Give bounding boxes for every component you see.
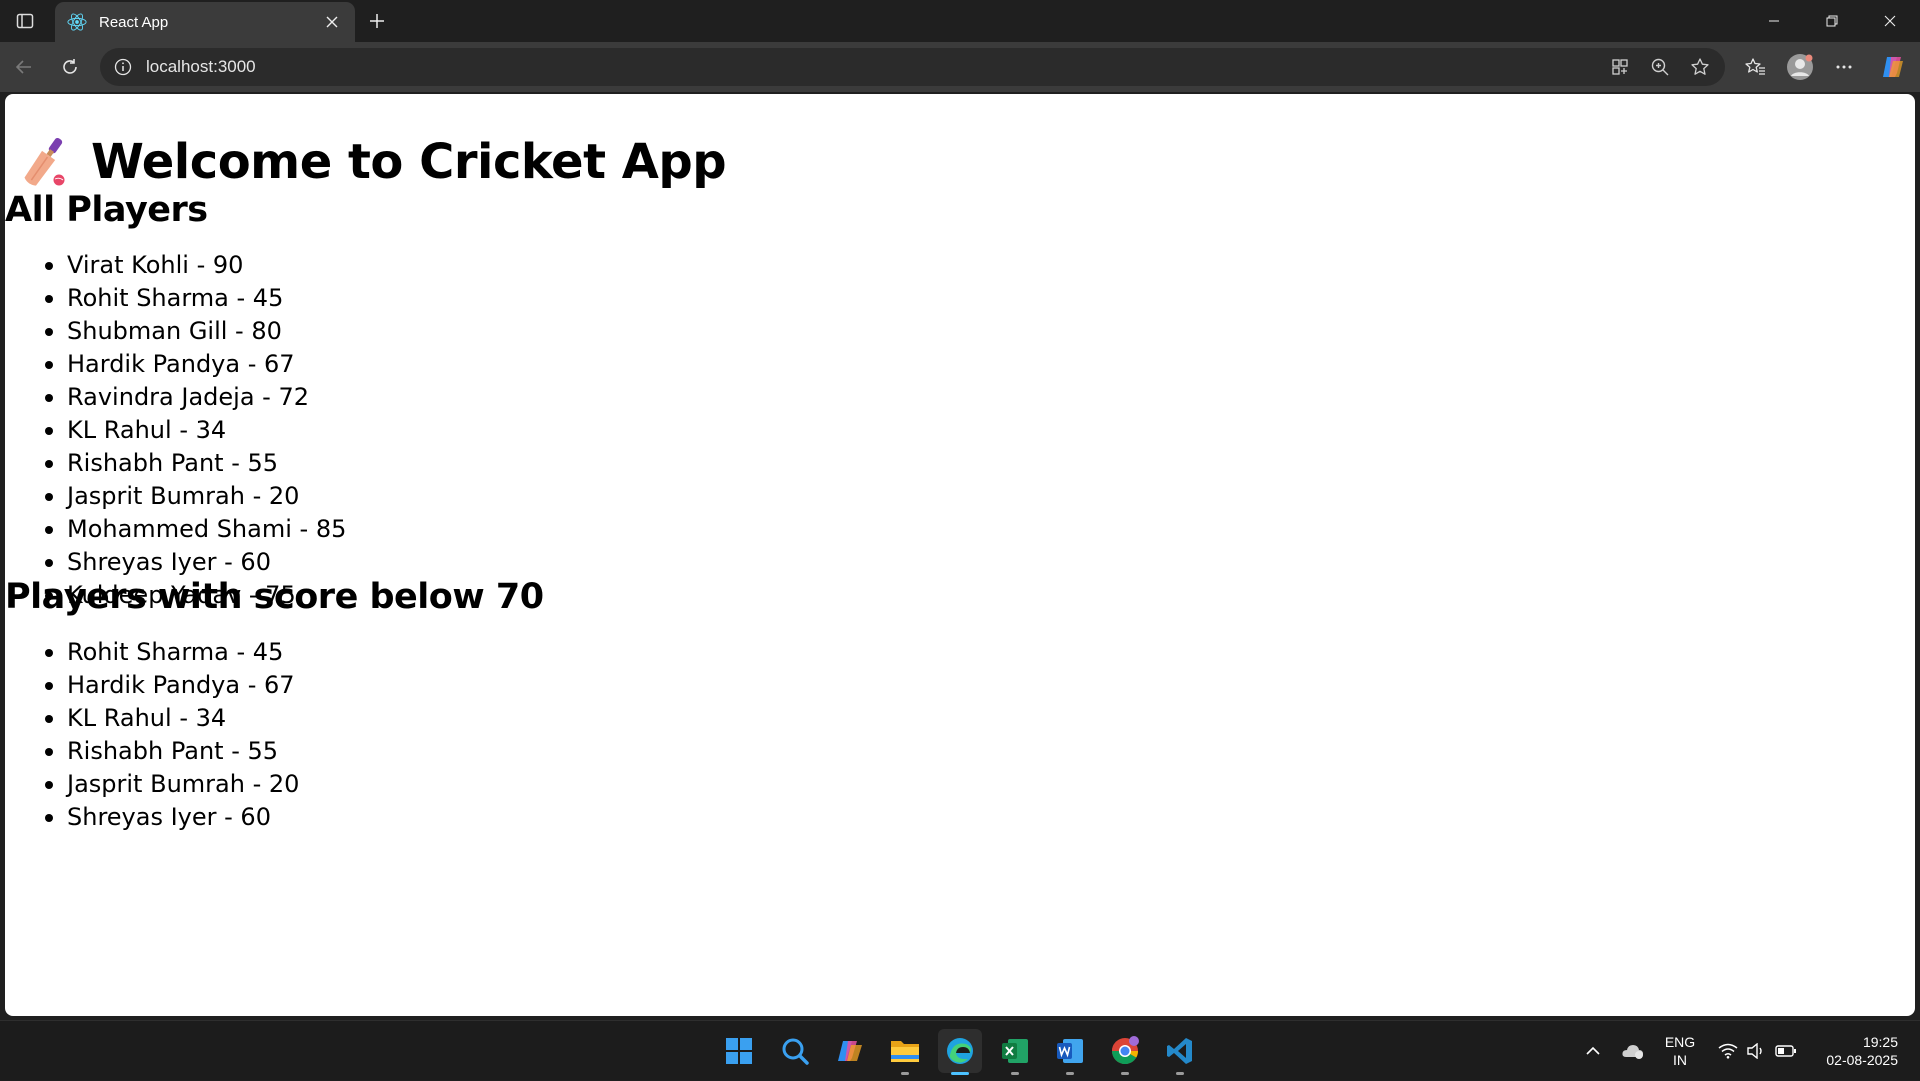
language-code: ENG (1664, 1034, 1696, 1050)
clock[interactable]: 19:25 02-08-2025 (1808, 1021, 1912, 1081)
url-text: localhost:3000 (146, 57, 256, 76)
vscode-icon[interactable] (1158, 1029, 1202, 1075)
page-viewport: Welcome to Cricket App All Players Virat… (5, 94, 1915, 1016)
language-indicator[interactable]: ENG IN (1655, 1021, 1705, 1081)
player-list-item: Shubman Gill - 80 (44, 315, 346, 348)
tab-react-app[interactable]: React App (55, 2, 355, 42)
player-list-item: Jasprit Bumrah - 20 (44, 768, 299, 801)
player-list-item: Rishabh Pant - 55 (44, 447, 346, 480)
below-70-players-list: Rohit Sharma - 45 Hardik Pandya - 67 KL Ra… (44, 636, 299, 834)
battery-icon[interactable] (1769, 1021, 1803, 1081)
onedrive-icon[interactable] (1618, 1021, 1648, 1081)
excel-icon[interactable] (993, 1029, 1037, 1075)
back-button[interactable] (8, 51, 40, 83)
below-70-heading: Players with score below 70 (5, 577, 544, 617)
chrome-icon[interactable] (1103, 1029, 1147, 1075)
player-list-item: Rohit Sharma - 45 (44, 282, 346, 315)
wifi-icon[interactable] (1713, 1021, 1743, 1081)
all-players-list: Virat Kohli - 90 Rohit Sharma - 45 Shubman… (44, 249, 346, 612)
react-favicon-icon (67, 12, 87, 32)
player-list-item: Virat Kohli - 90 (44, 249, 346, 282)
all-players-heading: All Players (5, 190, 208, 230)
favorites-icon[interactable] (1739, 51, 1771, 83)
player-list-item: Hardik Pandya - 67 (44, 348, 346, 381)
app-available-icon[interactable] (1603, 51, 1637, 83)
player-list-item: Shreyas Iyer - 60 (44, 801, 299, 834)
profile-avatar[interactable] (1784, 51, 1816, 83)
copilot-taskbar-icon[interactable] (828, 1029, 872, 1073)
volume-icon[interactable] (1741, 1021, 1771, 1081)
search-icon[interactable] (773, 1029, 817, 1073)
restore-button[interactable] (1803, 0, 1861, 42)
language-region: IN (1673, 1052, 1687, 1068)
player-list-item: KL Rahul - 34 (44, 702, 299, 735)
player-list-item: Shreyas Iyer - 60 (44, 546, 346, 579)
player-list-item: Rohit Sharma - 45 (44, 636, 299, 669)
address-bar[interactable]: localhost:3000 (100, 48, 1725, 86)
player-list-item: Hardik Pandya - 67 (44, 669, 299, 702)
browser-toolbar: localhost:3000 (0, 42, 1920, 92)
tab-title: React App (99, 13, 169, 31)
player-list-item: Jasprit Bumrah - 20 (44, 480, 346, 513)
edge-icon[interactable] (938, 1029, 982, 1075)
minimize-button[interactable] (1745, 0, 1803, 42)
favorite-star-icon[interactable] (1683, 51, 1717, 83)
refresh-button[interactable] (54, 51, 86, 83)
more-options-icon[interactable] (1828, 51, 1860, 83)
player-list-item: Ravindra Jadeja - 72 (44, 381, 346, 414)
app-header: Welcome to Cricket App (19, 134, 727, 190)
player-list-item: KL Rahul - 34 (44, 414, 346, 447)
site-info-icon[interactable] (112, 56, 134, 78)
tab-actions-menu-icon[interactable] (10, 6, 40, 36)
player-list-item: Mohammed Shami - 85 (44, 513, 346, 546)
zoom-icon[interactable] (1643, 51, 1677, 83)
cricket-bat-icon (24, 137, 65, 186)
word-icon[interactable] (1048, 1029, 1092, 1075)
new-tab-button[interactable] (362, 6, 392, 36)
file-explorer-icon[interactable] (883, 1029, 927, 1075)
page-title: Welcome to Cricket App (91, 134, 727, 190)
clock-date: 02-08-2025 (1826, 1052, 1898, 1068)
close-tab-icon[interactable] (321, 11, 343, 33)
player-list-item: Rishabh Pant - 55 (44, 735, 299, 768)
close-window-button[interactable] (1861, 0, 1919, 42)
clock-time: 19:25 (1862, 1034, 1898, 1050)
start-icon[interactable] (717, 1029, 761, 1073)
copilot-icon[interactable] (1877, 51, 1909, 83)
tab-strip: React App (0, 0, 1920, 42)
windows-taskbar: ENG IN 19:25 02-08-2025 (0, 1020, 1920, 1080)
show-hidden-icons-icon[interactable] (1578, 1021, 1608, 1081)
